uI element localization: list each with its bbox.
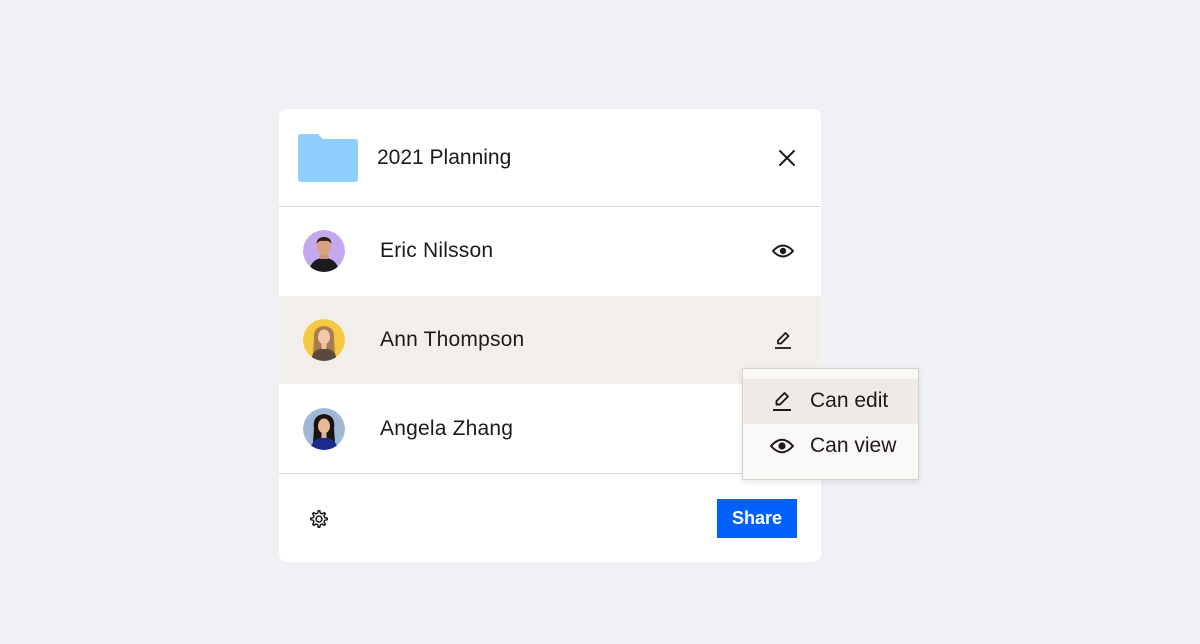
member-row[interactable]: Angela Zhang (279, 385, 821, 473)
member-name: Angela Zhang (380, 417, 514, 440)
gear-icon (310, 509, 328, 528)
menu-item-can-edit[interactable]: Can edit (743, 379, 918, 424)
share-button[interactable]: Share (717, 499, 797, 538)
close-icon (779, 150, 795, 166)
avatar (303, 319, 345, 361)
permission-button[interactable] (771, 328, 795, 352)
dialog-header: 2021 Planning (279, 109, 821, 207)
menu-item-label: Can view (810, 434, 897, 457)
folder-name: 2021 Planning (377, 146, 512, 169)
folder-icon (298, 134, 358, 182)
member-row[interactable]: Eric Nilsson (279, 207, 821, 295)
member-row[interactable]: Ann Thompson (279, 296, 821, 384)
avatar (303, 408, 345, 450)
pencil-icon (775, 332, 791, 349)
menu-item-label: Can edit (810, 389, 889, 412)
footer-divider (279, 473, 821, 474)
avatar (303, 230, 345, 272)
member-name: Eric Nilsson (380, 239, 494, 262)
close-button[interactable] (775, 146, 799, 170)
eye-icon (770, 434, 794, 458)
menu-item-can-view[interactable]: Can view (743, 424, 918, 469)
pencil-icon (770, 389, 794, 413)
eye-icon (772, 244, 794, 258)
share-dialog: 2021 Planning Eric Nilsson Ann Thompson … (279, 109, 821, 562)
settings-button[interactable] (307, 507, 331, 531)
member-name: Ann Thompson (380, 328, 525, 351)
permission-button[interactable] (771, 239, 795, 263)
permission-menu: Can edit Can view (742, 368, 919, 480)
